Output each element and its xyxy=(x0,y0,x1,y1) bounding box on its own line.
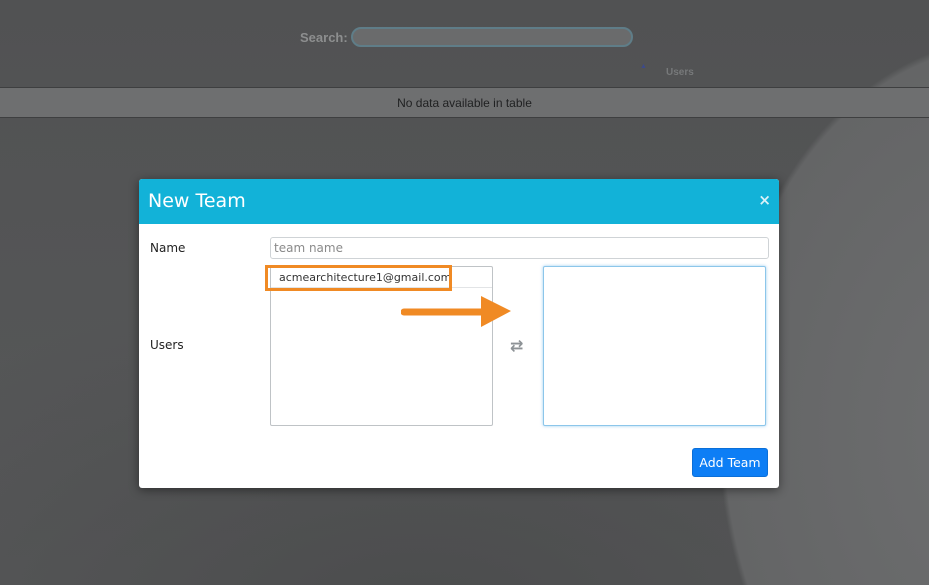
team-name-input[interactable] xyxy=(270,237,769,259)
search-label: Search: xyxy=(300,29,348,45)
modal-header: New Team × xyxy=(139,179,779,224)
annotation-highlight-box xyxy=(265,265,452,291)
table-empty-row: No data available in table xyxy=(0,87,929,118)
empty-table-message: No data available in table xyxy=(397,95,532,110)
search-input[interactable] xyxy=(350,27,633,47)
search-bar: Search: xyxy=(300,27,633,47)
name-label: Name xyxy=(150,241,186,255)
users-column-label: Users xyxy=(666,67,694,78)
swap-icon[interactable]: ⇄ xyxy=(510,336,523,355)
arrow-right-icon xyxy=(401,296,511,327)
selected-users-list[interactable] xyxy=(543,266,766,426)
add-team-button[interactable]: Add Team xyxy=(692,448,768,477)
new-team-modal: New Team × Name Users acmearchitecture1@… xyxy=(139,179,779,488)
modal-title: New Team xyxy=(148,190,246,212)
sort-up-icon: ▲ xyxy=(640,63,647,70)
users-label: Users xyxy=(150,338,184,352)
close-icon[interactable]: × xyxy=(758,191,771,209)
